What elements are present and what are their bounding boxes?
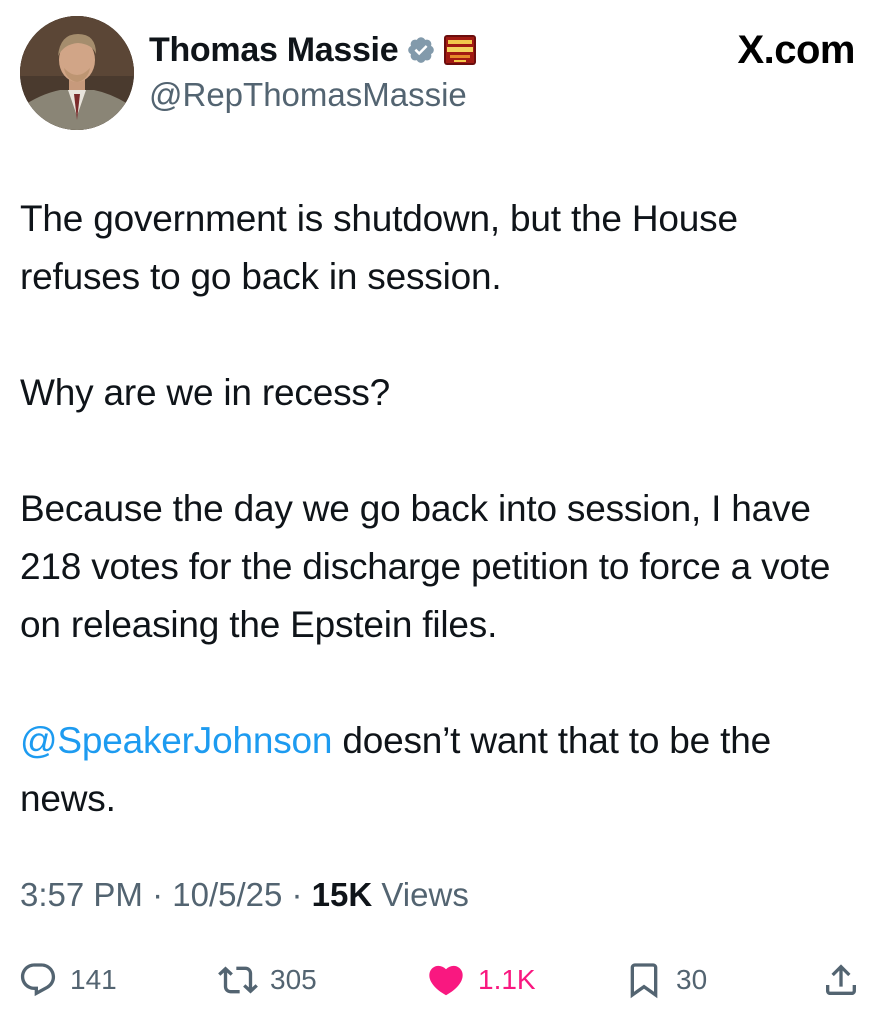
views-count[interactable]: 15K [312,876,373,913]
tweet-date[interactable]: 10/5/25 [172,876,282,913]
tweet-meta: 3:57 PM · 10/5/25 · 15K Views [20,876,469,914]
tweet-header: Thomas Massie @RepThomasMassie X.com [20,16,861,136]
tweet-text: The government is shutdown, but the Hous… [20,190,861,828]
author-name-row: Thomas Massie [149,28,477,72]
reply-icon [20,963,56,997]
share-button[interactable] [821,955,861,1005]
like-count: 1.1K [478,964,536,995]
repost-icon [218,966,258,994]
meta-separator: · [282,876,312,913]
repost-button[interactable]: 305 [218,955,317,1005]
source-label: X.com [737,28,855,72]
share-icon [826,964,856,995]
author-handle[interactable]: @RepThomasMassie [149,76,467,114]
action-bar: 141 305 1.1K 30 [18,955,861,1005]
verified-icon[interactable] [406,35,436,65]
display-name[interactable]: Thomas Massie [149,31,399,70]
tweet-time[interactable]: 3:57 PM [20,876,143,913]
tweet-paragraph-1: The government is shutdown, but the Hous… [20,198,738,297]
reply-button[interactable]: 141 [18,955,117,1005]
speaker-mention-link[interactable]: @SpeakerJohnson [20,720,332,761]
bookmark-icon [630,963,658,999]
bookmark-count: 30 [676,964,708,995]
avatar[interactable] [20,16,134,130]
repost-count: 305 [270,964,317,995]
tweet-paragraph-3: Because the day we go back into session,… [20,488,831,645]
heart-icon [429,965,463,996]
tweet-paragraph-2: Why are we in recess? [20,372,391,413]
bookmark-button[interactable]: 30 [624,955,707,1005]
views-label: Views [372,876,469,913]
tweet-paragraph-4: @SpeakerJohnson doesn’t want that to be … [20,712,861,828]
affiliate-badge[interactable] [444,35,477,65]
reply-count: 141 [70,964,117,995]
meta-separator: · [142,876,173,913]
like-button[interactable]: 1.1K [426,955,536,1005]
